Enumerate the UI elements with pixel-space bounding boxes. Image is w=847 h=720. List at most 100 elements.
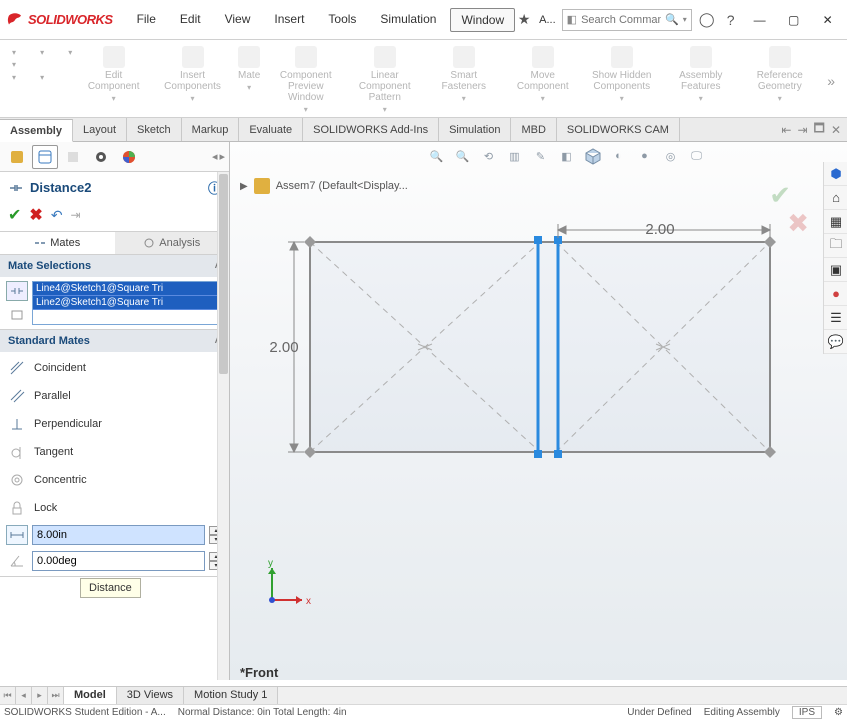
mate-tangent[interactable]: Tangent — [0, 438, 229, 466]
confirm-corner-ok[interactable]: ✔ — [769, 180, 791, 211]
zoom-area-icon[interactable]: 🔍 — [453, 146, 473, 166]
file-explorer-icon[interactable]: 🗀 — [824, 234, 847, 258]
hide-show-icon[interactable]: ◐ — [609, 146, 629, 166]
menu-file[interactable]: File — [127, 8, 166, 32]
ribbon-assembly-features[interactable]: Assembly Features▾ — [661, 44, 740, 117]
search-icon[interactable]: 🔍 — [665, 13, 679, 26]
panel-close-icon[interactable]: ✕ — [831, 123, 841, 137]
design-library-icon[interactable]: ▦ — [824, 210, 847, 234]
appearance-icon[interactable]: ● — [635, 146, 655, 166]
cm-tab-mbd[interactable]: MBD — [511, 118, 556, 141]
appearances-icon[interactable]: ● — [824, 282, 847, 306]
pin-button[interactable]: ⇥ — [71, 208, 81, 222]
entity-selector-icon[interactable] — [6, 281, 28, 301]
cm-tab-layout[interactable]: Layout — [73, 118, 127, 141]
fm-tab-tree[interactable] — [4, 145, 30, 169]
angle-input[interactable] — [32, 551, 205, 571]
ribbon-expand-icon[interactable]: » — [821, 44, 841, 117]
cm-tab-evaluate[interactable]: Evaluate — [239, 118, 303, 141]
ribbon-insert-components[interactable]: Insert Components▾ — [153, 44, 232, 117]
status-units[interactable]: IPS — [792, 706, 822, 719]
feature-tree-flyout[interactable]: ▶ Assem7 (Default<Display... — [240, 178, 408, 194]
graphics-viewport[interactable]: 🔍 🔍 ⟲ ▥ ✎ ◧ ◐ ● ◎ 🖵 ▶ Assem7 (Default<Di… — [230, 142, 847, 680]
fm-tab-config[interactable] — [60, 145, 86, 169]
display-style-icon[interactable] — [583, 146, 603, 166]
sheet-first-icon[interactable]: ⏮ — [0, 687, 16, 704]
menu-window[interactable]: Window — [450, 8, 515, 32]
sheet-next-icon[interactable]: ▸ — [32, 687, 48, 704]
fm-prev-icon[interactable]: ◂ — [212, 150, 218, 163]
sheet-prev-icon[interactable]: ◂ — [16, 687, 32, 704]
view-orientation-icon[interactable]: ◧ — [557, 146, 577, 166]
distance-input[interactable] — [32, 525, 205, 545]
view-palette-icon[interactable]: ▣ — [824, 258, 847, 282]
fm-tab-property-manager[interactable] — [32, 145, 58, 169]
tab-analysis[interactable]: Analysis — [115, 232, 230, 254]
panel-right-icon[interactable]: ⇥ — [797, 123, 807, 137]
mate-parallel[interactable]: Parallel — [0, 382, 229, 410]
help-icon[interactable]: ? — [722, 11, 740, 29]
home-tab-icon[interactable]: ⌂ — [824, 186, 847, 210]
ribbon-edit-component[interactable]: Edit Component▾ — [74, 44, 153, 117]
cm-tab-solidworks-cam[interactable]: SOLIDWORKS CAM — [557, 118, 680, 141]
angle-icon[interactable] — [6, 551, 28, 571]
status-gear-icon[interactable]: ⚙ — [834, 707, 843, 718]
fm-next-icon[interactable]: ▸ — [219, 150, 225, 163]
menu-simulation[interactable]: Simulation — [370, 8, 446, 32]
dynamic-annotation-icon[interactable]: ✎ — [531, 146, 551, 166]
ribbon-mate[interactable]: Mate▾ — [232, 44, 266, 117]
sheet-last-icon[interactable]: ⏭ — [48, 687, 64, 704]
multi-mate-icon[interactable] — [6, 305, 28, 325]
fm-tab-display[interactable] — [88, 145, 114, 169]
user-icon[interactable]: ◯ — [698, 11, 716, 29]
panel-left-icon[interactable]: ⇤ — [781, 123, 791, 137]
command-search[interactable]: ◧ 🔍 ▾ — [562, 9, 692, 31]
expand-tree-icon[interactable]: ▶ — [240, 181, 248, 192]
cancel-button[interactable]: ✖ — [29, 205, 42, 225]
ok-button[interactable]: ✔ — [8, 205, 21, 225]
selection-item[interactable]: Line4@Sketch1@Square Tri — [33, 282, 222, 296]
cm-tab-assembly[interactable]: Assembly — [0, 119, 73, 142]
selection-item[interactable]: Line2@Sketch1@Square Tri — [33, 296, 222, 310]
fm-tab-appearance[interactable] — [116, 145, 142, 169]
search-input[interactable] — [581, 14, 661, 26]
mate-concentric[interactable]: Concentric — [0, 466, 229, 494]
ribbon-smart-fasteners[interactable]: Smart Fasteners▾ — [424, 44, 503, 117]
ribbon-linear-component-pattern[interactable]: Linear Component Pattern▾ — [345, 44, 424, 117]
confirm-corner-cancel[interactable]: ✖ — [787, 208, 809, 239]
sheet-tab-model[interactable]: Model — [64, 687, 117, 704]
cm-tab-simulation[interactable]: Simulation — [439, 118, 511, 141]
cm-tab-markup[interactable]: Markup — [182, 118, 240, 141]
ribbon-move-component[interactable]: Move Component▾ — [503, 44, 582, 117]
star-icon[interactable]: ★ — [515, 11, 533, 29]
sheet-tab-motion-study-1[interactable]: Motion Study 1 — [184, 687, 278, 704]
selection-list[interactable]: Line4@Sketch1@Square TriLine2@Sketch1@Sq… — [32, 281, 223, 325]
maximize-button[interactable]: ▢ — [780, 10, 808, 30]
mate-lock[interactable]: Lock — [0, 494, 229, 522]
menu-view[interactable]: View — [215, 8, 261, 32]
menu-edit[interactable]: Edit — [170, 8, 211, 32]
panel-max-icon[interactable]: 🗖 — [814, 119, 825, 140]
zoom-fit-icon[interactable]: 🔍 — [427, 146, 447, 166]
mate-coincident[interactable]: Coincident — [0, 354, 229, 382]
close-button[interactable]: ✕ — [814, 10, 842, 30]
ribbon-reference-geometry[interactable]: Reference Geometry▾ — [740, 44, 819, 117]
tab-mates[interactable]: Mates — [0, 232, 115, 254]
sw-resources-icon[interactable]: ⬢ — [824, 162, 847, 186]
section-view-icon[interactable]: ▥ — [505, 146, 525, 166]
search-dropdown-icon[interactable]: ▾ — [683, 15, 687, 24]
minimize-button[interactable]: — — [746, 10, 774, 30]
custom-props-icon[interactable]: ☰ — [824, 306, 847, 330]
mate-perpendicular[interactable]: Perpendicular — [0, 410, 229, 438]
scene-icon[interactable]: ◎ — [661, 146, 681, 166]
distance-icon[interactable] — [6, 525, 28, 545]
menu-tools[interactable]: Tools — [318, 8, 366, 32]
ribbon-component-preview-window[interactable]: Component Preview Window▾ — [266, 44, 345, 117]
ribbon-show-hidden-components[interactable]: Show Hidden Components▾ — [582, 44, 661, 117]
panel-scrollbar[interactable] — [217, 172, 229, 680]
menu-insert[interactable]: Insert — [264, 8, 314, 32]
prev-view-icon[interactable]: ⟲ — [479, 146, 499, 166]
view-triad[interactable]: x y — [256, 560, 312, 616]
sheet-tab-3d-views[interactable]: 3D Views — [117, 687, 184, 704]
cm-tab-solidworks-add-ins[interactable]: SOLIDWORKS Add-Ins — [303, 118, 439, 141]
